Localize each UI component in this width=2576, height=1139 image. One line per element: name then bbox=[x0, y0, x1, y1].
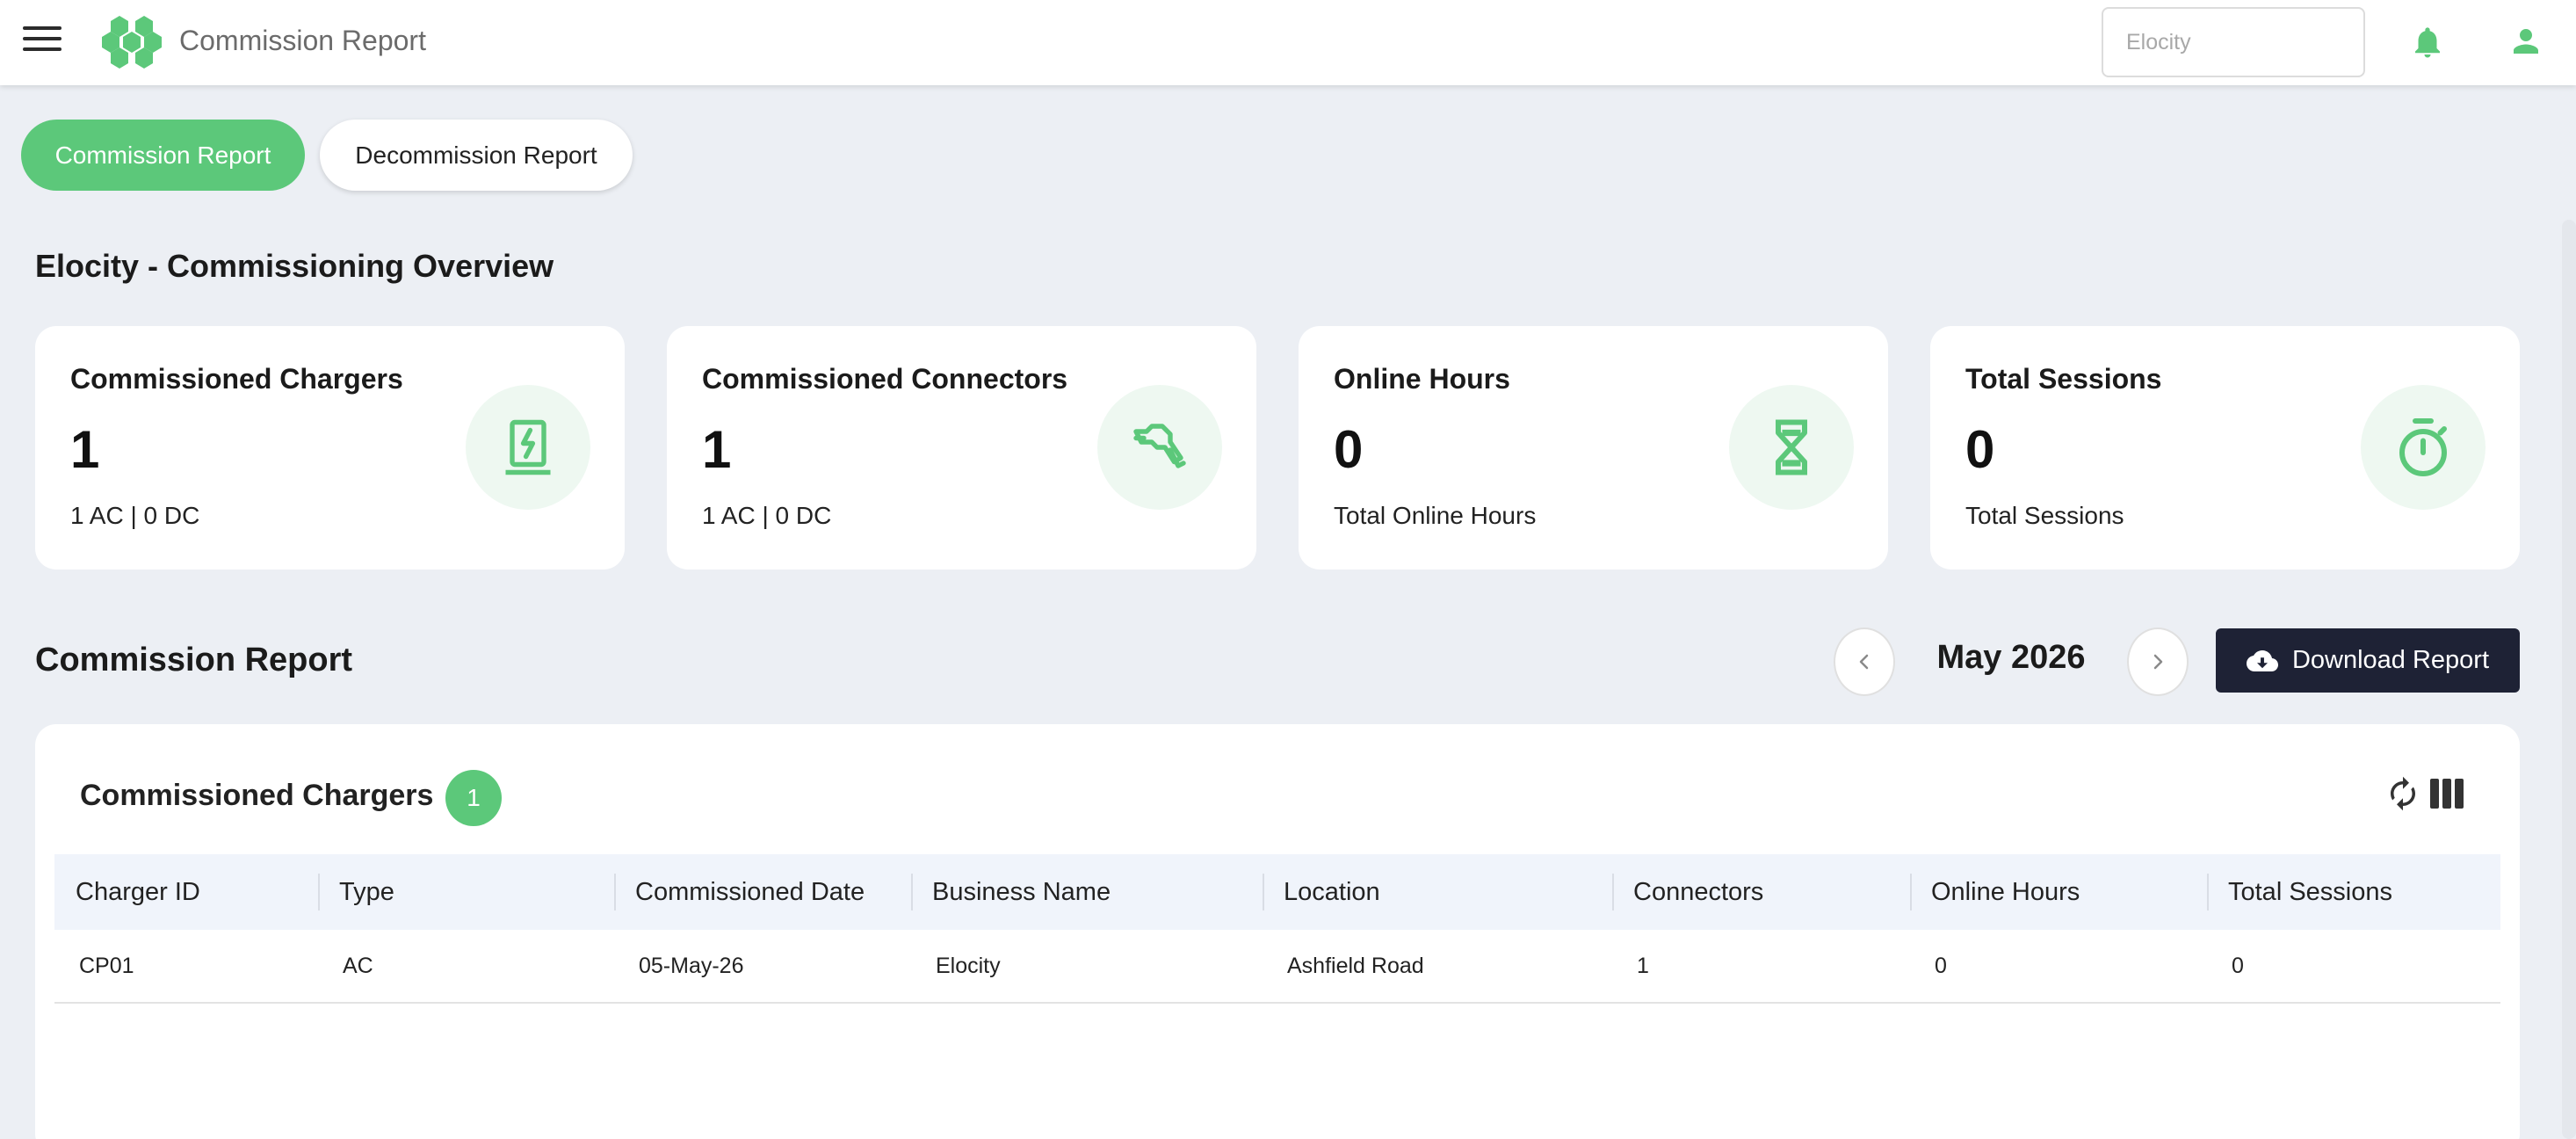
cell-total-sessions: 0 bbox=[2232, 953, 2244, 978]
table-header-row: Charger ID Type Commissioned Date Busine… bbox=[54, 854, 2500, 930]
column-header-location[interactable]: Location bbox=[1263, 854, 1612, 930]
stat-card-online-hours: Online Hours 0 Total Online Hours bbox=[1299, 326, 1888, 570]
commissioned-chargers-panel: Commissioned Chargers 1 Charger ID Type … bbox=[35, 724, 2520, 1139]
table-title: Commissioned Chargers bbox=[80, 779, 434, 812]
download-report-button[interactable]: Download Report bbox=[2216, 628, 2520, 693]
top-bar: Commission Report Elocity bbox=[0, 0, 2576, 85]
stopwatch-icon bbox=[2361, 385, 2486, 510]
cell-charger-id: CP01 bbox=[79, 953, 134, 978]
card-value: 1 bbox=[702, 420, 732, 479]
chevron-right-icon bbox=[2153, 654, 2163, 670]
column-header-charger-id[interactable]: Charger ID bbox=[54, 854, 318, 930]
cell-business-name: Elocity bbox=[936, 953, 1001, 978]
previous-month-button[interactable] bbox=[1834, 628, 1895, 696]
app-title: Commission Report bbox=[179, 25, 426, 56]
card-subtitle: 1 AC | 0 DC bbox=[70, 502, 200, 529]
cell-connectors: 1 bbox=[1637, 953, 1649, 978]
hourglass-icon bbox=[1729, 385, 1854, 510]
stat-card-total-sessions: Total Sessions 0 Total Sessions bbox=[1930, 326, 2520, 570]
download-report-label: Download Report bbox=[2291, 646, 2490, 674]
notification-bell-icon[interactable] bbox=[2409, 23, 2446, 62]
charger-icon bbox=[466, 385, 590, 510]
count-badge: 1 bbox=[445, 770, 502, 826]
cell-type: AC bbox=[343, 953, 373, 978]
chevron-left-icon bbox=[1859, 654, 1869, 670]
card-subtitle: 1 AC | 0 DC bbox=[702, 502, 832, 529]
current-period: May 2026 bbox=[1936, 639, 2086, 676]
stat-card-commissioned-chargers: Commissioned Chargers 1 1 AC | 0 DC bbox=[35, 326, 625, 570]
cell-commissioned-date: 05-May-26 bbox=[639, 953, 744, 978]
card-subtitle: Total Online Hours bbox=[1334, 502, 1537, 529]
column-header-commissioned-date[interactable]: Commissioned Date bbox=[614, 854, 911, 930]
card-title: Commissioned Chargers bbox=[70, 363, 403, 395]
column-header-connectors[interactable]: Connectors bbox=[1612, 854, 1910, 930]
table-row[interactable]: CP01 AC 05-May-26 Elocity Ashfield Road … bbox=[54, 930, 2500, 1004]
card-value: 1 bbox=[70, 420, 100, 479]
cell-online-hours: 0 bbox=[1935, 953, 1947, 978]
organization-select[interactable]: Elocity bbox=[2102, 7, 2365, 77]
refresh-icon[interactable] bbox=[2384, 775, 2421, 812]
tab-decommission-report[interactable]: Decommission Report bbox=[320, 120, 633, 191]
hamburger-menu-icon[interactable] bbox=[23, 26, 62, 58]
card-title: Total Sessions bbox=[1965, 363, 2162, 395]
overview-title: Elocity - Commissioning Overview bbox=[35, 248, 554, 284]
report-title: Commission Report bbox=[35, 642, 353, 678]
cloud-download-icon bbox=[2246, 649, 2278, 671]
card-value: 0 bbox=[1965, 420, 1995, 479]
columns-icon[interactable] bbox=[2430, 779, 2464, 809]
stat-card-commissioned-connectors: Commissioned Connectors 1 1 AC | 0 DC bbox=[667, 326, 1256, 570]
hexagon-logo-icon bbox=[102, 16, 162, 69]
next-month-button[interactable] bbox=[2127, 628, 2189, 696]
card-value: 0 bbox=[1334, 420, 1364, 479]
column-header-online-hours[interactable]: Online Hours bbox=[1910, 854, 2207, 930]
column-header-business-name[interactable]: Business Name bbox=[911, 854, 1263, 930]
card-subtitle: Total Sessions bbox=[1965, 502, 2124, 529]
user-profile-icon[interactable] bbox=[2507, 23, 2544, 60]
card-title: Commissioned Connectors bbox=[702, 363, 1068, 395]
connector-plug-icon bbox=[1097, 385, 1222, 510]
tab-commission-report[interactable]: Commission Report bbox=[21, 120, 305, 191]
cell-location: Ashfield Road bbox=[1287, 953, 1424, 978]
column-header-type[interactable]: Type bbox=[318, 854, 614, 930]
column-header-total-sessions[interactable]: Total Sessions bbox=[2207, 854, 2500, 930]
page-scrollbar[interactable] bbox=[2562, 220, 2576, 1139]
card-title: Online Hours bbox=[1334, 363, 1510, 395]
